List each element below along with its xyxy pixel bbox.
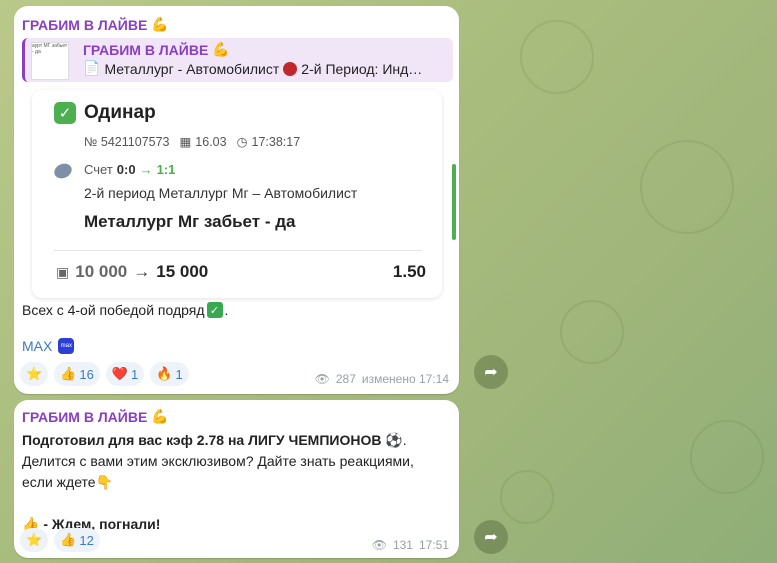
channel-name[interactable]: ГРАБИМ В ЛАЙВЕ — [22, 17, 147, 33]
share-button[interactable]: ➦ — [474, 355, 508, 389]
reply-text: Металлург - Автомобилист — [104, 60, 280, 77]
bet-id: № 5421107573 — [84, 134, 170, 149]
view-count: 131 — [392, 538, 413, 552]
share-button[interactable]: ➦ — [474, 520, 508, 554]
period: . — [224, 302, 229, 318]
reaction-fire[interactable]: 🔥 1 — [150, 362, 189, 386]
score-after: 1:1 — [156, 162, 176, 177]
arrow-right-icon: → — [139, 162, 153, 177]
arrow-right-icon: → — [133, 262, 151, 281]
star-icon: ⭐ — [26, 366, 43, 381]
bet-selection: Металлург Мг забьет - да — [84, 212, 296, 231]
reaction-count: 16 — [79, 366, 94, 382]
green-check-icon: ✓ — [206, 302, 223, 318]
star-icon: ⭐ — [26, 532, 43, 547]
reaction-count: 12 — [79, 532, 94, 548]
message-line-1: Подготовил для вас кэф 2.78 на ЛИГУ ЧЕМП… — [22, 432, 382, 448]
reactions: ⭐ 👍 12 — [20, 528, 100, 552]
reaction-heart[interactable]: ❤️ 1 — [105, 362, 145, 386]
event-name: 2-й период Металлург Мг – Автомобилист — [84, 185, 358, 201]
bet-slip-card: ✓ Одинар № 5421107573 ▦ 16.03 ◷ 17:38:17… — [32, 90, 456, 298]
period: . — [402, 432, 407, 448]
reaction-thumbs-up[interactable]: 👍 16 — [54, 362, 100, 386]
fire-icon: 🔥 — [156, 366, 173, 381]
score-label: Счет — [84, 162, 113, 177]
message-meta: 👁 131 17:51 — [372, 538, 449, 552]
team-logo-icon — [283, 61, 298, 76]
channel-name[interactable]: ГРАБИМ В ЛАЙВЕ — [22, 409, 147, 425]
thumbs-up-icon: 👍 — [60, 366, 77, 381]
reply-quote[interactable]: аурт МГ забьет - да ГРАБИМ В ЛАЙВЕ 💪 📄 М… — [22, 38, 453, 82]
bet-type: Одинар — [84, 102, 156, 123]
payout-amount: 15 000 — [156, 262, 209, 281]
reaction-count: 1 — [175, 366, 183, 382]
message-meta: 👁 287 изменено 17:14 — [315, 372, 449, 386]
reply-thumbnail: аурт МГ забьет - да — [31, 42, 69, 80]
message-time: 17:51 — [418, 538, 449, 552]
bet-date: 16.03 — [195, 134, 227, 149]
message-bubble[interactable]: ГРАБИМ В ЛАЙВЕ 💪 аурт МГ забьет - да ГРА… — [14, 6, 459, 394]
message-line-2: Делится с вами этим эксклюзивом? Дайте з… — [22, 453, 414, 469]
sport-icon — [51, 160, 75, 182]
max-logo-icon: max — [58, 338, 75, 354]
max-link[interactable]: MAX — [22, 338, 52, 354]
score-before: 0:0 — [116, 162, 136, 177]
message-bubble[interactable]: ГРАБИМ В ЛАЙВЕ 💪 Подготовил для вас кэф … — [14, 400, 459, 558]
view-count: 287 — [335, 372, 356, 386]
calendar-icon: ▦ — [179, 135, 192, 149]
background-doodle — [560, 300, 624, 364]
reactions: ⭐ 👍 16 ❤️ 1 🔥 1 — [20, 362, 189, 386]
eye-icon: 👁 — [314, 372, 330, 386]
reply-text-suffix: 2-й Период: Инд… — [301, 60, 423, 77]
odds: 1.50 — [392, 262, 426, 281]
thumbnail-caption: аурт МГ забьет - да — [32, 43, 68, 55]
background-doodle — [640, 140, 734, 234]
divider — [54, 250, 422, 251]
reaction-count: 1 — [131, 366, 139, 382]
thumbs-up-icon: 👍 — [60, 532, 77, 547]
reaction-star[interactable]: ⭐ — [20, 362, 49, 386]
eye-icon: 👁 — [371, 538, 387, 552]
document-emoji-icon: 📄 — [83, 60, 101, 76]
reply-channel-name: ГРАБИМ В ЛАЙВЕ — [83, 41, 209, 58]
reaction-star[interactable]: ⭐ — [20, 528, 49, 552]
wallet-icon: ▣ — [56, 263, 70, 280]
edited-time: изменено 17:14 — [361, 372, 449, 386]
message-text: Всех с 4-ой победой подряд — [22, 302, 205, 318]
soccer-ball-icon: ⚽ — [385, 432, 403, 448]
stake-amount: 10 000 — [75, 262, 128, 281]
reaction-thumbs-up[interactable]: 👍 12 — [54, 528, 100, 552]
flexed-biceps-icon: 💪 — [151, 16, 169, 32]
bet-time: 17:38:17 — [251, 134, 301, 149]
check-icon: ✓ — [54, 102, 76, 124]
status-bar — [452, 164, 456, 240]
heart-icon: ❤️ — [111, 366, 129, 381]
flexed-biceps-icon: 💪 — [151, 408, 169, 424]
flexed-biceps-icon: 💪 — [212, 41, 230, 57]
clock-icon: ◷ — [236, 135, 248, 149]
background-doodle — [500, 470, 554, 524]
background-doodle — [520, 20, 594, 94]
point-down-icon: 👇 — [95, 474, 113, 490]
background-doodle — [690, 420, 764, 494]
message-line-3: если ждете — [22, 474, 96, 490]
